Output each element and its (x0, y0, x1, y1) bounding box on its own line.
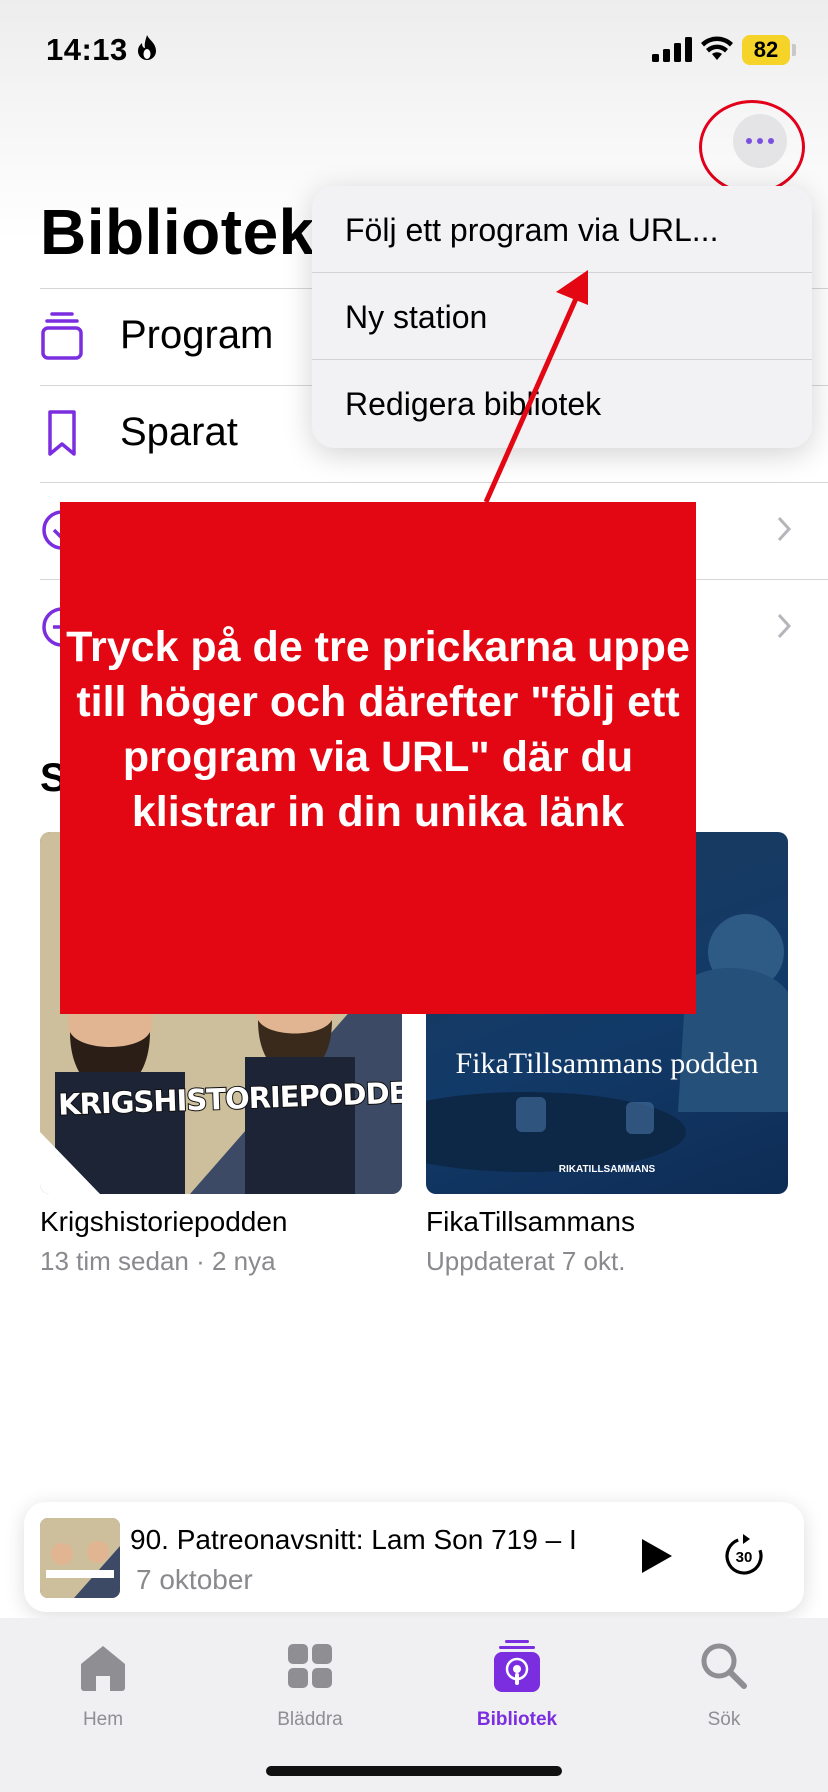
podcast-library-icon (494, 1640, 540, 1692)
menu-item-follow-via-url[interactable]: Följ ett program via URL... (312, 186, 812, 273)
annotation-circle (699, 100, 805, 194)
library-item-label: Program (120, 313, 274, 357)
episode-date: 7 oktober (136, 1564, 253, 1595)
stack-icon (41, 312, 83, 360)
skip-forward-30-icon[interactable]: 30 (720, 1532, 768, 1580)
show-subtitle: Uppdaterat 7 okt. (426, 1246, 626, 1276)
tab-library[interactable]: Bibliotek (447, 1638, 587, 1731)
play-icon[interactable] (636, 1536, 676, 1576)
battery-indicator: 82 (742, 35, 790, 65)
tab-label: Bläddra (277, 1709, 343, 1730)
flame-icon (138, 35, 156, 60)
tab-home[interactable]: Hem (33, 1638, 173, 1731)
grid-icon (288, 1644, 332, 1688)
status-bar: 14:13 82 (0, 0, 828, 100)
house-icon (81, 1646, 125, 1691)
bookmark-icon (48, 410, 76, 456)
show-title[interactable]: FikaTillsammans (426, 1206, 635, 1238)
chevron-right-icon (777, 613, 792, 639)
tab-label: Sök (707, 1709, 741, 1730)
more-options-menu: Följ ett program via URL... Ny station R… (312, 186, 812, 448)
home-indicator (266, 1766, 562, 1776)
battery-tip (792, 44, 796, 56)
tab-search[interactable]: Sök (654, 1638, 794, 1731)
menu-item-new-station[interactable]: Ny station (312, 273, 812, 360)
svg-text:30: 30 (736, 1549, 753, 1566)
menu-item-edit-library[interactable]: Redigera bibliotek (312, 360, 812, 447)
tab-label: Hem (82, 1709, 124, 1730)
tab-browse[interactable]: Bläddra (240, 1638, 380, 1731)
tab-label: Bibliotek (476, 1709, 558, 1730)
page-title: Bibliotek (40, 196, 315, 268)
library-item-label: Sparat (120, 410, 238, 454)
artwork-brand: RIKATILLSAMMANS (558, 1164, 656, 1175)
annotation-text: Tryck på de tre prickarna uppe till höge… (66, 623, 690, 836)
player-artwork (40, 1518, 120, 1598)
artwork-title: FikaTillsammans podden (455, 1047, 759, 1080)
cellular-signal-icon (652, 37, 692, 62)
chevron-right-icon (777, 516, 792, 542)
mini-player[interactable]: 90. Patreonavsnitt: Lam Son 719 – I 7 ok… (24, 1502, 804, 1612)
episode-title: 90. Patreonavsnitt: Lam Son 719 – I (130, 1524, 577, 1555)
show-title[interactable]: Krigshistoriepodden (40, 1206, 288, 1238)
status-time: 14:13 (46, 32, 128, 67)
show-subtitle: 13 tim sedan · 2 nya (40, 1246, 276, 1276)
magnifier-icon (701, 1643, 747, 1689)
wifi-icon (701, 36, 733, 60)
